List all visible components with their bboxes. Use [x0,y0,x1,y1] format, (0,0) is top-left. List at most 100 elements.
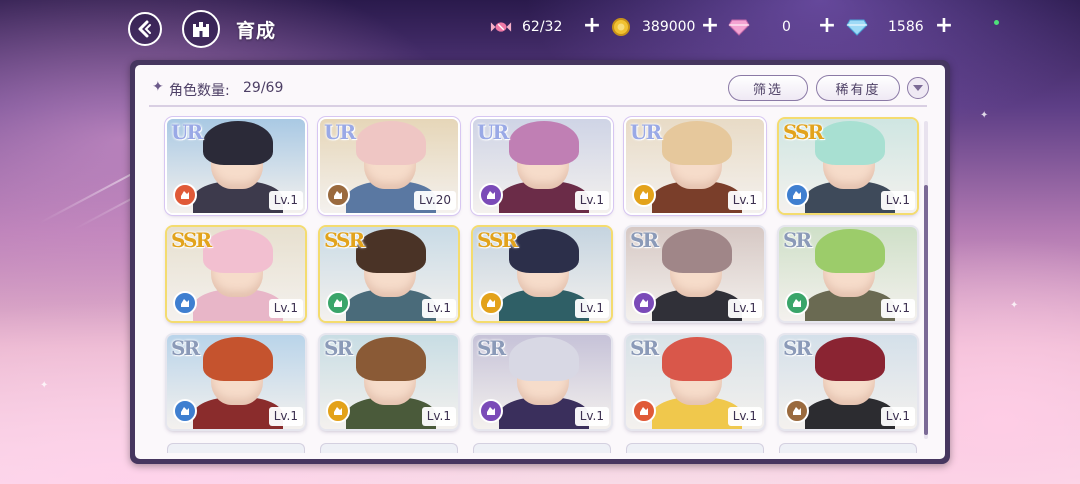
gold-count: 389000 [642,19,696,35]
character-grid: UR Lv.1 UR Lv.20 UR Lv.1 UR Lv.1 SSR Lv.1 SSR Lv.1 S… [135,65,945,459]
home-button[interactable] [182,10,220,48]
character-level: Lv.1 [574,299,609,318]
sparkle-icon: ✦ [1010,300,1019,311]
character-card[interactable]: UR Lv.1 [626,119,764,213]
resource-gold: 389000 [610,14,695,40]
element-purple-icon [632,291,656,315]
character-hair [815,337,885,381]
castle-icon [193,22,209,37]
next-row-card [167,443,305,453]
character-level: Lv.1 [880,191,915,210]
gold-coin-icon [610,16,632,38]
character-card[interactable]: SSR Lv.1 [167,227,305,321]
next-row-card [779,443,917,453]
element-yellow-icon [632,183,656,207]
rarity-badge: SR [324,336,353,360]
character-hair [203,337,273,381]
character-card[interactable]: SR Lv.1 [626,227,764,321]
sparkle-icon: ✦ [980,110,989,121]
next-row-card [473,443,611,453]
rarity-badge: SSR [783,120,824,144]
character-card[interactable]: UR Lv.1 [473,119,611,213]
character-hair [662,337,732,381]
rarity-badge: UR [477,120,509,144]
character-level: Lv.1 [880,299,915,318]
rarity-badge: SR [783,336,812,360]
rarity-badge: SSR [324,228,365,252]
character-card[interactable]: SSR Lv.1 [320,227,458,321]
pink-diamond-count-wrap: 0 [782,14,791,40]
character-level: Lv.1 [574,407,609,426]
character-hair [509,121,579,165]
pink-diamond-icon [728,16,750,38]
character-card[interactable]: SR Lv.1 [626,335,764,429]
rarity-badge: SR [171,336,200,360]
blue-diamond-icon [846,16,868,38]
element-green-icon [785,291,809,315]
character-level: Lv.1 [727,299,762,318]
blue-diamond-count: 1586 [888,19,924,35]
add-blue-diamond-button[interactable]: + [934,14,954,38]
element-blue-icon [785,183,809,207]
element-brown-icon [785,399,809,423]
element-purple-icon [479,399,503,423]
character-hair [662,229,732,273]
character-card[interactable]: SR Lv.1 [779,335,917,429]
character-card[interactable]: SR Lv.1 [779,227,917,321]
page-title: 育成 [236,20,277,42]
back-button[interactable] [128,12,162,46]
element-purple-icon [479,183,503,207]
character-hair [356,229,426,273]
rarity-badge: SSR [477,228,518,252]
rarity-badge: UR [324,120,356,144]
back-arrow-icon [138,20,151,38]
sparkle-icon: ✦ [40,380,49,391]
character-hair [203,121,273,165]
character-level: Lv.20 [414,191,456,210]
character-card[interactable]: SSR Lv.1 [779,119,917,213]
character-card[interactable]: SR Lv.1 [320,335,458,429]
character-level: Lv.1 [268,191,303,210]
add-gold-button[interactable]: + [700,14,720,38]
element-green-icon [326,291,350,315]
character-level: Lv.1 [268,299,303,318]
character-level: Lv.1 [727,407,762,426]
character-hair [815,229,885,273]
element-blue-icon [173,399,197,423]
character-hair [203,229,273,273]
pink-diamond-count: 0 [782,19,791,35]
character-level: Lv.1 [421,299,456,318]
character-hair [815,121,885,165]
character-hair [356,337,426,381]
element-blue-icon [173,291,197,315]
rarity-badge: SR [477,336,506,360]
character-panel: ✦ 角色数量: 29/69 筛选 稀有度 UR Lv.1 UR Lv.20 UR Lv.1… [130,60,950,464]
candy-icon [490,16,512,38]
character-level: Lv.1 [268,407,303,426]
character-card[interactable]: SSR Lv.1 [473,227,611,321]
element-brown-icon [326,183,350,207]
next-row-card [626,443,764,453]
element-yellow-icon [326,399,350,423]
character-card[interactable]: UR Lv.1 [167,119,305,213]
add-pink-diamond-button[interactable]: + [817,14,837,38]
character-card[interactable]: UR Lv.20 [320,119,458,213]
element-yellow-icon [479,291,503,315]
resource-candy: 62/32 [490,14,562,40]
scrollbar-thumb[interactable] [924,185,928,435]
character-level: Lv.1 [421,407,456,426]
character-hair [509,337,579,381]
character-hair [662,121,732,165]
element-red-icon [632,399,656,423]
character-panel-inner: ✦ 角色数量: 29/69 筛选 稀有度 UR Lv.1 UR Lv.20 UR Lv.1… [135,65,945,459]
blue-diamond-count-wrap: 1586 [888,14,924,40]
rarity-badge: SR [630,336,659,360]
character-hair [356,121,426,165]
top-bar: 育成 62/32 + 389000 + 0 + 1586 + [0,0,1080,56]
character-card[interactable]: SR Lv.1 [167,335,305,429]
add-candy-button[interactable]: + [582,14,602,38]
character-level: Lv.1 [574,191,609,210]
rarity-badge: SR [783,228,812,252]
rarity-badge: UR [630,120,662,144]
character-card[interactable]: SR Lv.1 [473,335,611,429]
